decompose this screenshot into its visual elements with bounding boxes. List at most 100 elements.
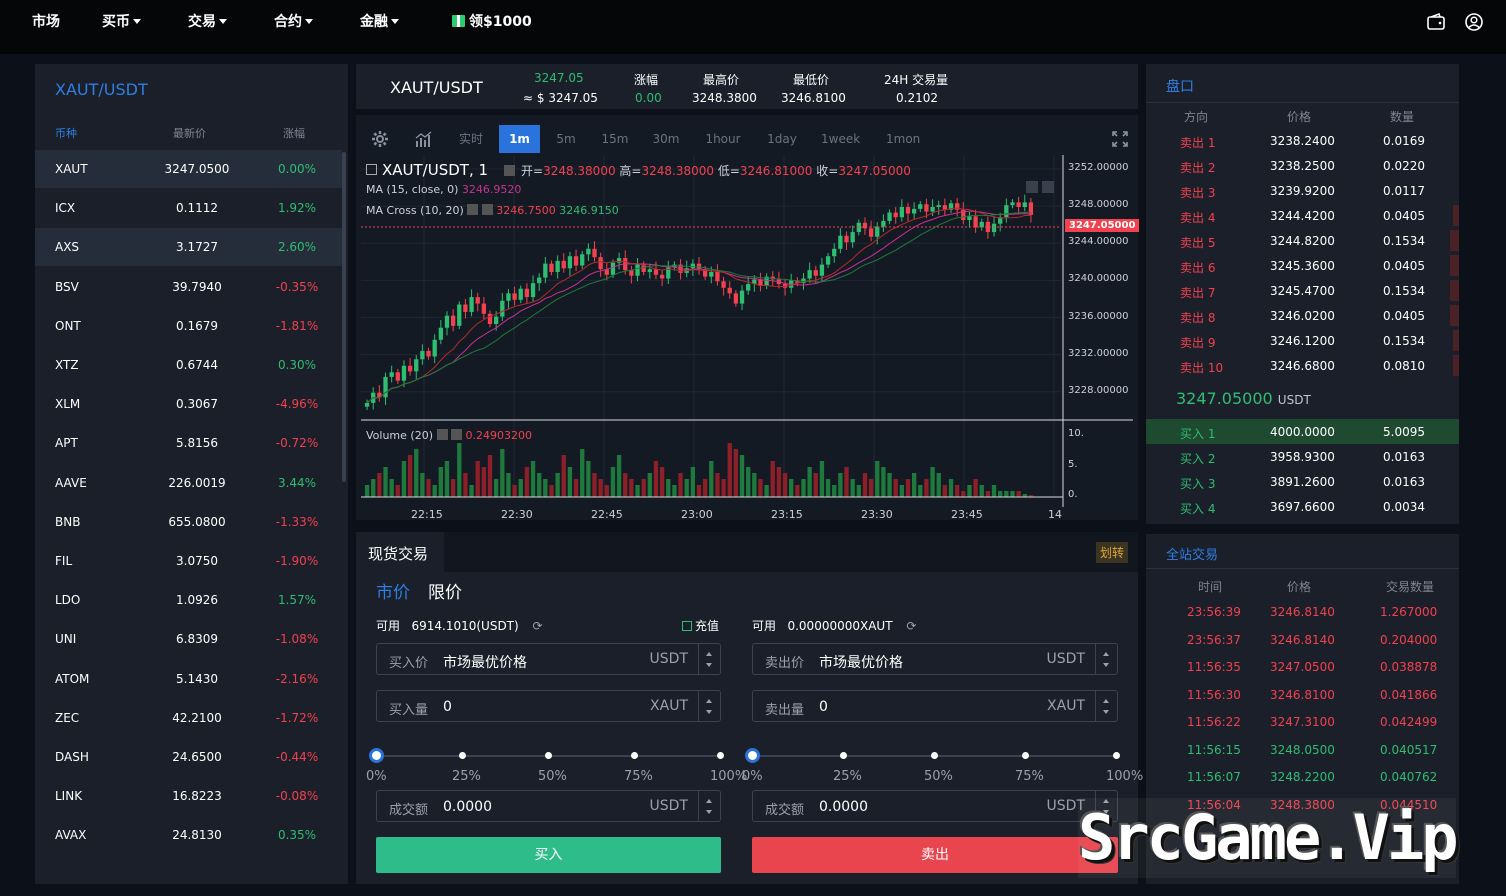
ask-row[interactable]: 卖出 9 3246.1200 0.1534 bbox=[1146, 328, 1459, 353]
nav-market[interactable]: 市场 bbox=[32, 0, 60, 44]
stepper-icon[interactable] bbox=[698, 644, 720, 674]
bid-row[interactable]: 买入 1 4000.0000 5.0095 bbox=[1146, 419, 1459, 444]
market-row[interactable]: UNI 6.8309 -1.08% bbox=[35, 620, 342, 658]
pane-controls bbox=[1026, 181, 1054, 196]
slider-stop[interactable] bbox=[1113, 752, 1120, 759]
tab-limit-order[interactable]: 限价 bbox=[428, 578, 462, 603]
volume-bar bbox=[782, 473, 788, 497]
depth-bar bbox=[1450, 280, 1459, 301]
buy-price-field[interactable]: 买入价 市场最优价格 USDT bbox=[376, 643, 721, 675]
pane-maximize-icon[interactable] bbox=[1042, 181, 1054, 193]
refresh-icon[interactable]: ⟳ bbox=[906, 619, 916, 633]
market-change: 2.60% bbox=[277, 240, 317, 255]
market-row[interactable]: FIL 3.0750 -1.90% bbox=[35, 542, 342, 580]
slider-stop[interactable] bbox=[840, 752, 847, 759]
user-icon[interactable] bbox=[1464, 12, 1484, 32]
slider-stop[interactable] bbox=[545, 752, 552, 759]
ask-row[interactable]: 卖出 4 3244.4200 0.0405 bbox=[1146, 203, 1459, 228]
refresh-icon[interactable]: ⟳ bbox=[533, 619, 543, 633]
market-row[interactable]: APT 5.8156 -0.72% bbox=[35, 424, 342, 462]
nav-buy-coin[interactable]: 买币 bbox=[102, 0, 141, 44]
transfer-button[interactable]: 划转 bbox=[1096, 542, 1129, 563]
deposit-link[interactable]: 充值 bbox=[682, 617, 719, 634]
market-row[interactable]: LINK 16.8223 -0.08% bbox=[35, 777, 342, 815]
market-row[interactable]: LDO 1.0926 1.57% bbox=[35, 581, 342, 619]
volume-tick-label: 10. bbox=[1068, 428, 1084, 439]
sell-total-field[interactable]: 成交额 0.0000 USDT bbox=[752, 790, 1118, 822]
market-row[interactable]: ICX 0.1112 1.92% bbox=[35, 189, 342, 227]
sell-percent-slider[interactable] bbox=[745, 748, 1120, 763]
ask-row[interactable]: 卖出 6 3245.3600 0.0405 bbox=[1146, 253, 1459, 278]
market-row[interactable]: XTZ 0.6744 0.30% bbox=[35, 346, 342, 384]
bid-row[interactable]: 买入 4 3697.6600 0.0034 bbox=[1146, 494, 1459, 519]
candle bbox=[899, 207, 904, 218]
pane-up-icon[interactable] bbox=[1026, 181, 1038, 193]
collapse-icon[interactable] bbox=[366, 164, 377, 175]
nav-trade[interactable]: 交易 bbox=[188, 0, 227, 44]
slider-knob[interactable] bbox=[745, 748, 760, 763]
market-row[interactable]: AVAX 24.8130 0.35% bbox=[35, 816, 342, 854]
ask-qty: 0.0169 bbox=[1383, 134, 1425, 148]
ask-side: 卖出 4 bbox=[1180, 211, 1216, 225]
close-icon[interactable] bbox=[451, 429, 462, 440]
slider-stop[interactable] bbox=[1022, 752, 1029, 759]
ask-row[interactable]: 卖出 5 3244.8200 0.1534 bbox=[1146, 228, 1459, 253]
bid-price: 3697.6600 bbox=[1270, 500, 1335, 514]
buy-button[interactable]: 买入 bbox=[376, 837, 721, 873]
buy-total-field[interactable]: 成交额 0.0000 USDT bbox=[376, 790, 721, 822]
market-row[interactable]: AAVE 226.0019 3.44% bbox=[35, 464, 342, 502]
last-price-value: 3247.05000 bbox=[1176, 389, 1273, 408]
market-row[interactable]: ZEC 42.2100 -1.72% bbox=[35, 699, 342, 737]
candle bbox=[469, 297, 474, 312]
settings-mini-icon[interactable] bbox=[436, 429, 448, 440]
buy-qty-field[interactable]: 买入量 0 XAUT bbox=[376, 690, 721, 722]
sell-price-field[interactable]: 卖出价 市场最优价格 USDT bbox=[752, 643, 1118, 675]
market-row[interactable]: ONT 0.1679 -1.81% bbox=[35, 307, 342, 345]
ask-row[interactable]: 卖出 1 3238.2400 0.0169 bbox=[1146, 128, 1459, 153]
nav-promo[interactable]: 领$1000 bbox=[452, 0, 532, 44]
market-row[interactable]: AXS 3.1727 2.60% bbox=[35, 228, 342, 267]
trade-qty: 0.204000 bbox=[1380, 632, 1438, 647]
ask-row[interactable]: 卖出 2 3238.2500 0.0220 bbox=[1146, 153, 1459, 178]
slider-stop[interactable] bbox=[631, 752, 638, 759]
ask-row[interactable]: 卖出 10 3246.6800 0.0810 bbox=[1146, 353, 1459, 378]
slider-stop[interactable] bbox=[931, 752, 938, 759]
col-price-header: 价格 bbox=[1287, 580, 1312, 594]
nav-contract[interactable]: 合约 bbox=[274, 0, 313, 44]
volume-bar bbox=[444, 461, 450, 497]
market-row[interactable]: BNB 655.0800 -1.33% bbox=[35, 503, 342, 541]
ask-row[interactable]: 卖出 8 3246.0200 0.0405 bbox=[1146, 303, 1459, 328]
bid-row[interactable]: 买入 2 3958.9300 0.0163 bbox=[1146, 444, 1459, 469]
bid-row[interactable]: 买入 3 3891.2600 0.0163 bbox=[1146, 469, 1459, 494]
market-row[interactable]: BSV 39.7940 -0.35% bbox=[35, 268, 342, 306]
sell-qty-field[interactable]: 卖出量 0 XAUT bbox=[752, 690, 1118, 722]
settings-mini-icon[interactable] bbox=[504, 165, 515, 176]
stepper-icon[interactable] bbox=[1095, 644, 1117, 674]
slider-knob[interactable] bbox=[369, 748, 384, 763]
sell-button[interactable]: 卖出 bbox=[752, 837, 1118, 873]
volume-bar bbox=[518, 479, 523, 497]
market-row[interactable]: DASH 24.6500 -0.44% bbox=[35, 738, 342, 776]
scrollbar[interactable] bbox=[342, 152, 346, 482]
market-row[interactable]: ATOM 5.1430 -2.16% bbox=[35, 660, 342, 698]
slider-stop[interactable] bbox=[459, 752, 466, 759]
market-row[interactable]: XLM 0.3067 -4.96% bbox=[35, 385, 342, 423]
slider-stop[interactable] bbox=[717, 752, 724, 759]
time-tick-label: 22:15 bbox=[411, 508, 443, 521]
tab-market-order[interactable]: 市价 bbox=[376, 578, 410, 603]
stepper-icon[interactable] bbox=[698, 691, 720, 721]
ask-qty: 0.0117 bbox=[1383, 184, 1425, 198]
close-icon[interactable] bbox=[481, 204, 493, 215]
buy-percent-slider[interactable] bbox=[369, 748, 724, 763]
volume-bar bbox=[1016, 491, 1021, 497]
stepper-icon[interactable] bbox=[1095, 691, 1117, 721]
ohlc-legend: 开=3248.38000 高=3248.38000 低=3246.81000 收… bbox=[504, 162, 911, 179]
ask-qty: 0.1534 bbox=[1383, 234, 1425, 248]
stepper-icon[interactable] bbox=[698, 791, 720, 821]
ask-row[interactable]: 卖出 3 3239.9200 0.0117 bbox=[1146, 178, 1459, 203]
nav-finance[interactable]: 金融 bbox=[360, 0, 399, 44]
market-row[interactable]: XAUT 3247.0500 0.00% bbox=[35, 150, 342, 188]
ask-row[interactable]: 卖出 7 3245.4700 0.1534 bbox=[1146, 278, 1459, 303]
wallet-icon[interactable] bbox=[1426, 12, 1446, 32]
settings-mini-icon[interactable] bbox=[467, 204, 479, 215]
